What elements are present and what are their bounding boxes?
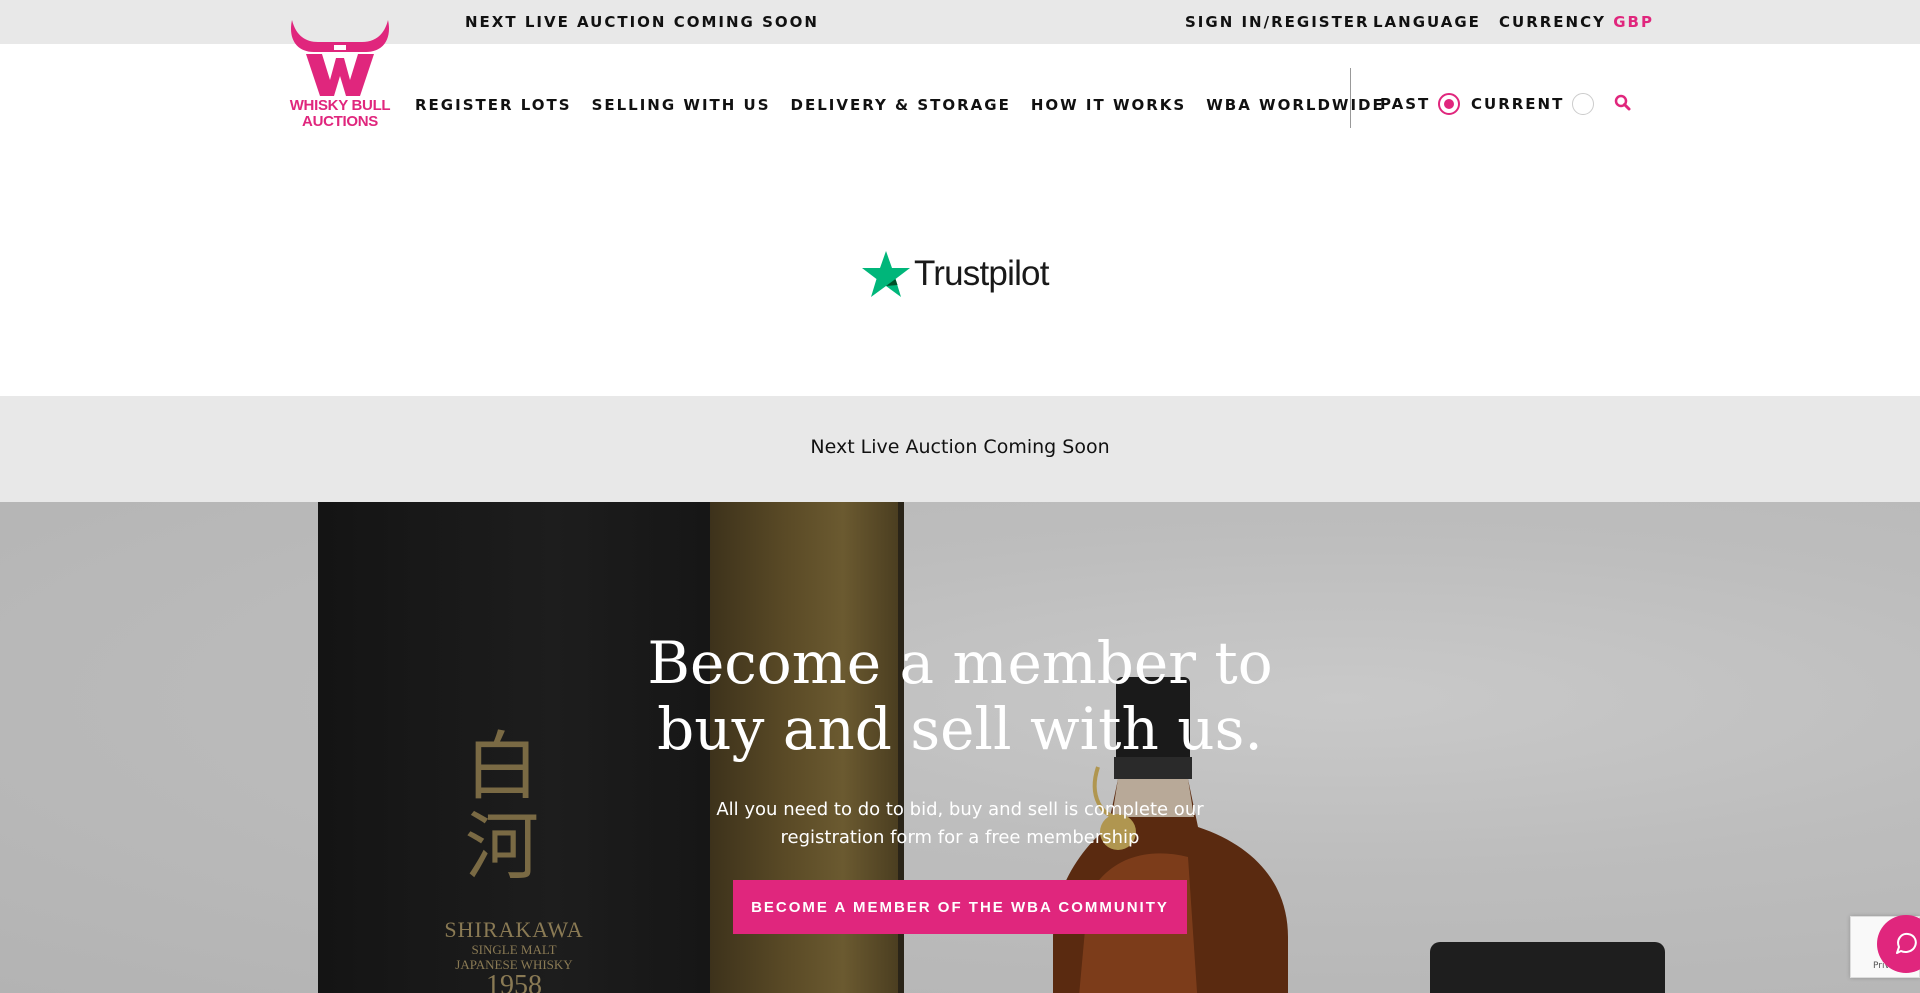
nav-wba-worldwide[interactable]: WBA WORLDWIDE: [1206, 96, 1385, 114]
become-member-button[interactable]: BECOME A MEMBER OF THE WBA COMMUNITY: [733, 880, 1187, 934]
hero-title-line-2: buy and sell with us.: [657, 695, 1263, 763]
box-brand-year: 1958: [486, 970, 542, 993]
currency-value: GBP: [1613, 13, 1654, 31]
nav-divider: [1350, 68, 1351, 128]
trustpilot-label: Trustpilot: [914, 254, 1049, 293]
bull-logo-icon: [290, 20, 390, 96]
hero-title-line-1: Become a member to: [647, 629, 1273, 697]
hero-title: Become a member to buy and sell with us.: [560, 630, 1360, 762]
logo-line-2: AUCTIONS: [302, 113, 378, 130]
box-brand-name: SHIRAKAWA: [444, 917, 584, 942]
hero-subtitle-line-1: All you need to do to bid, buy and sell …: [716, 799, 1204, 820]
language-selector[interactable]: LANGUAGE: [1373, 13, 1481, 31]
chat-icon: [1896, 932, 1917, 954]
box-kanji-2: 河: [465, 804, 539, 890]
case-image: [1430, 942, 1665, 993]
hero-subtitle-line-2: registration form for a free membership: [780, 827, 1140, 848]
nav-selling-with-us[interactable]: SELLING WITH US: [592, 96, 771, 114]
logo-wordmark: WHISKY BULL AUCTIONS: [288, 98, 392, 130]
auction-promo-text: NEXT LIVE AUCTION COMING SOON: [465, 13, 819, 31]
current-radio[interactable]: [1572, 93, 1595, 115]
past-auctions-toggle[interactable]: PAST: [1380, 93, 1461, 115]
hero-subtitle: All you need to do to bid, buy and sell …: [660, 796, 1260, 852]
site-logo[interactable]: WHISKY BULL AUCTIONS: [288, 18, 392, 134]
hero-section: 白 河 SHIRAKAWA SINGLE MALT JAPANESE WHISK…: [0, 502, 1920, 993]
nav-how-it-works[interactable]: HOW IT WORKS: [1031, 96, 1186, 114]
current-label: CURRENT: [1471, 95, 1565, 113]
banner-text: Next Live Auction Coming Soon: [810, 436, 1110, 458]
auction-banner: Next Live Auction Coming Soon: [0, 396, 1920, 502]
search-icon[interactable]: [1614, 94, 1632, 112]
box-brand-line-2: SINGLE MALT: [471, 942, 557, 957]
nav-register-lots[interactable]: REGISTER LOTS: [415, 96, 572, 114]
logo-line-1: WHISKY BULL: [289, 97, 391, 114]
sign-in-register-link[interactable]: SIGN IN/REGISTER: [1185, 13, 1370, 31]
current-auctions-toggle[interactable]: CURRENT: [1471, 93, 1595, 115]
star-icon: [862, 251, 910, 297]
currency-selector[interactable]: CURRENCY GBP: [1499, 13, 1654, 31]
past-radio[interactable]: [1438, 93, 1461, 115]
currency-label: CURRENCY: [1499, 13, 1606, 31]
trustpilot-widget[interactable]: Trustpilot: [860, 250, 1049, 298]
main-nav: REGISTER LOTS SELLING WITH US DELIVERY &…: [415, 96, 1405, 114]
nav-delivery-storage[interactable]: DELIVERY & STORAGE: [791, 96, 1011, 114]
past-label: PAST: [1380, 95, 1431, 113]
